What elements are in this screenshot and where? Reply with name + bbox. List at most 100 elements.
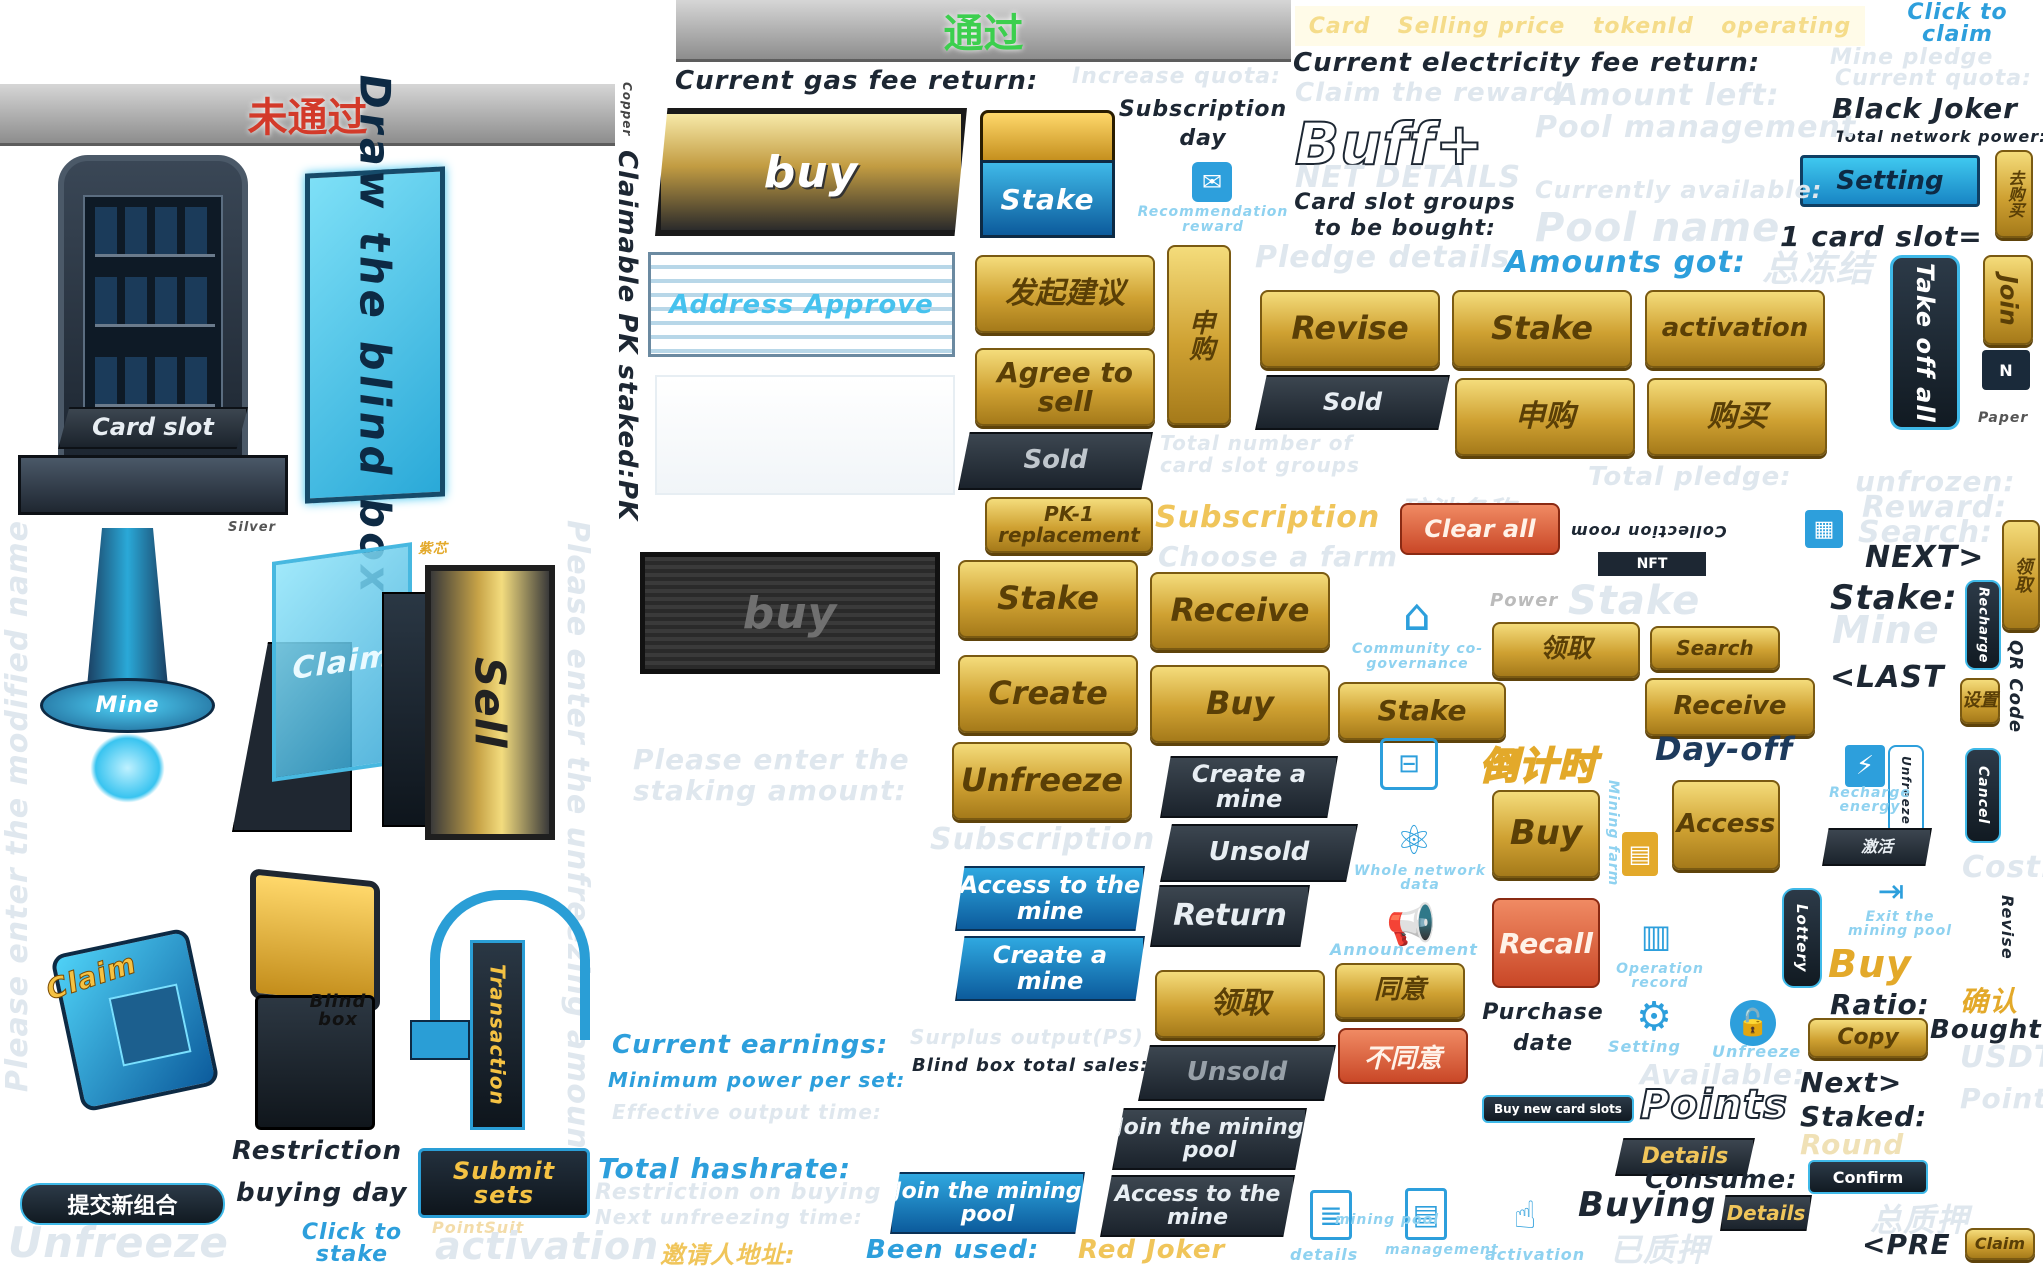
windows-icon[interactable]: ▦: [1805, 510, 1843, 548]
search-button[interactable]: Search: [1650, 626, 1780, 670]
next-button[interactable]: NEXT>: [1865, 540, 1984, 575]
buy-button-3[interactable]: Buy: [1492, 790, 1600, 878]
unsold-badge-2: Unsold: [1138, 1045, 1336, 1101]
pk1-replacement-button[interactable]: PK-1 replacement: [985, 497, 1153, 553]
buy-button-2[interactable]: Buy: [1150, 665, 1330, 743]
buy-gold-label[interactable]: Buy: [1828, 942, 1912, 986]
click-to-claim-label[interactable]: Click to claim: [1880, 2, 2035, 46]
exit-pool-icon[interactable]: ⇥: [1870, 870, 1912, 912]
mining-farm-label: Mining farm: [1605, 780, 1621, 887]
card-slot-label: Card slot: [58, 407, 248, 449]
return-button[interactable]: Return: [1150, 885, 1310, 947]
access-mine-dark-button[interactable]: Access to the mine: [1100, 1175, 1295, 1237]
claim-cn-button-2[interactable]: 领取: [1492, 622, 1640, 678]
join-pool-dark-button[interactable]: Join the mining pool: [1112, 1108, 1307, 1170]
copy-button[interactable]: Copy: [1808, 1018, 1928, 1058]
initiate-proposal-button[interactable]: 发起建议: [975, 255, 1155, 333]
claim-machine[interactable]: Claim: [232, 542, 452, 832]
blind-box-machine[interactable]: Blind box: [240, 868, 390, 1135]
disagree-cn-button[interactable]: 不同意: [1338, 1028, 1468, 1084]
transaction-gate[interactable]: Transaction: [410, 890, 600, 1135]
points-label: Points: [1639, 1081, 1788, 1129]
community-label: Community co-governance: [1351, 641, 1484, 673]
mail-icon: ✉: [1192, 162, 1232, 202]
receive-button-2[interactable]: Receive: [1645, 678, 1815, 736]
activation-icon-label: activation: [1485, 1245, 1586, 1264]
confirm-button[interactable]: Confirm: [1808, 1160, 1928, 1194]
red-joker-label: Red Joker: [1078, 1235, 1226, 1265]
briefcase-icon[interactable]: ⊟: [1380, 738, 1438, 790]
pass-header-title: 通过: [943, 10, 1024, 57]
agree-cn-button[interactable]: 同意: [1335, 963, 1465, 1019]
claim-vertical-button[interactable]: 领取: [2002, 520, 2040, 630]
go-buy-button[interactable]: 去购买: [1995, 150, 2033, 238]
stake-button-3[interactable]: Stake: [1338, 682, 1506, 740]
activate-cn-button[interactable]: 激活: [1822, 828, 1932, 866]
tap-icon[interactable]: ☝: [1500, 1186, 1550, 1244]
buy-new-card-slots-button[interactable]: Buy new card slots: [1482, 1095, 1634, 1123]
qr-code-label[interactable]: QR Code: [2005, 640, 2026, 733]
buy-button-gold[interactable]: buy: [655, 108, 967, 236]
stake-button-1[interactable]: Stake: [958, 560, 1138, 638]
total-pledge-label: Total pledge:: [1588, 462, 1792, 492]
claimable-pk-label: Claimable PK staked:PK: [612, 150, 642, 522]
nft-badge: N: [1982, 350, 2030, 390]
address-approve-input[interactable]: Address Approve: [648, 252, 955, 357]
join-pool-blue-button[interactable]: Join the mining pool: [890, 1172, 1085, 1234]
prev-button[interactable]: <PRE: [1862, 1228, 1951, 1261]
activation-button[interactable]: activation: [1645, 290, 1825, 368]
access-mine-blue-button[interactable]: Access to the mine: [955, 866, 1145, 931]
setting-button[interactable]: Setting: [1800, 155, 1980, 207]
receive-button-1[interactable]: Receive: [1150, 572, 1330, 650]
black-joker-label: Black Joker: [1832, 92, 2018, 125]
confirm-cn-label[interactable]: 确认: [1960, 980, 2018, 1020]
card-slot-machine[interactable]: Card slot Silver: [18, 155, 288, 535]
mine-hologram[interactable]: Mine: [40, 528, 215, 808]
gear-icon[interactable]: ⚙: [1630, 993, 1678, 1041]
create-button[interactable]: Create: [958, 655, 1138, 733]
create-mine-button[interactable]: Create a mine: [1160, 756, 1338, 818]
draw-blind-box-panel[interactable]: Draw the blind box: [305, 73, 445, 597]
last-button[interactable]: <LAST: [1830, 660, 1945, 695]
recharge-button[interactable]: Recharge: [1965, 580, 2001, 670]
unlock-icon[interactable]: 🔓: [1730, 1000, 1776, 1046]
network-data-icon[interactable]: ⚛: [1388, 815, 1440, 867]
ticket-icon[interactable]: ▤: [1622, 832, 1658, 876]
claim-button[interactable]: Claim: [1965, 1228, 2035, 1260]
unfreeze-faint-label: Unfreeze: [8, 1218, 229, 1267]
submit-sets-button[interactable]: Submit sets: [418, 1148, 590, 1218]
next2-button[interactable]: Next>: [1800, 1066, 1902, 1099]
operation-record-label: Operation record: [1616, 961, 1704, 991]
create-mine-blue-button[interactable]: Create a mine: [955, 936, 1145, 1001]
subscribe-vertical-button[interactable]: 申购: [1167, 245, 1231, 425]
clear-all-button[interactable]: Clear all: [1400, 503, 1560, 555]
settings-cn-button[interactable]: 设置: [1960, 678, 2000, 724]
take-off-all-button[interactable]: Take off all: [1890, 255, 1960, 430]
operation-record-icon[interactable]: ▥: [1636, 912, 1676, 960]
stake-box-button[interactable]: Stake: [980, 110, 1115, 238]
claim-cn-button[interactable]: 领取: [1155, 970, 1325, 1038]
claim-cube[interactable]: Claim: [40, 920, 230, 1113]
purchase-button[interactable]: 购买: [1647, 378, 1827, 456]
click-to-stake-label[interactable]: Click to stake: [282, 1222, 422, 1266]
recall-button[interactable]: Recall: [1492, 898, 1600, 988]
cancel-vertical-button[interactable]: Cancel: [1965, 748, 2001, 843]
sell-panel[interactable]: Sell: [425, 565, 555, 840]
details-button-2[interactable]: Details: [1720, 1195, 1812, 1231]
buy-button-dark[interactable]: buy: [640, 552, 940, 674]
lottery-vertical-button[interactable]: Lottery: [1782, 888, 1822, 988]
amounts-got-label: Amounts got:: [1505, 245, 1746, 280]
col-card: Card: [1308, 13, 1371, 39]
access-button[interactable]: Access: [1672, 780, 1780, 870]
col-operating: operating: [1721, 13, 1852, 39]
revise-button[interactable]: Revise: [1260, 290, 1440, 368]
copper-label: Copper: [620, 82, 634, 137]
agree-to-sell-button[interactable]: Agree to sell: [975, 348, 1155, 426]
revise-vertical-label[interactable]: Revise: [1998, 895, 2017, 960]
stake-button-2[interactable]: Stake: [1452, 290, 1632, 368]
home-icon[interactable]: ⌂: [1392, 590, 1442, 641]
subscribe-button[interactable]: 申购: [1455, 378, 1635, 456]
lightning-icon[interactable]: ⚡: [1845, 745, 1885, 787]
unfreeze-button[interactable]: Unfreeze: [952, 742, 1132, 820]
join-button[interactable]: Join: [1983, 255, 2033, 345]
